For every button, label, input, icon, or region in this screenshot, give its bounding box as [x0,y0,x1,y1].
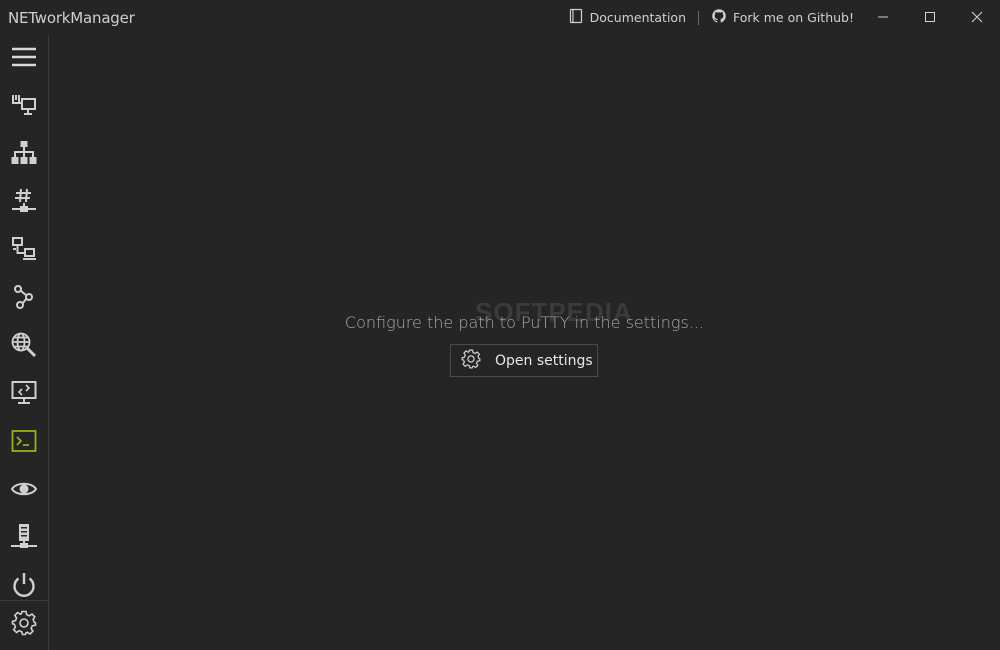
title-bar-separator [698,10,700,25]
remote-desktop-icon [11,380,37,410]
gear-icon [11,610,37,640]
sidebar-item-subnet-calculator[interactable] [0,183,48,223]
sidebar-item-settings[interactable] [0,605,48,645]
app-title: NETworkManager [8,9,135,27]
close-icon [971,8,983,27]
hierarchy-icon [11,140,37,170]
documentation-link[interactable]: Documentation [568,8,686,27]
hash-network-icon [11,188,37,218]
sidebar-item-port-scanner[interactable] [0,231,48,271]
close-button[interactable] [953,0,1000,35]
minimize-button[interactable] [859,0,906,35]
sidebar-item-ping-monitor[interactable] [0,471,48,511]
maximize-icon [924,8,936,27]
sidebar-item-server[interactable] [0,519,48,559]
sidebar-item-traceroute[interactable] [0,279,48,319]
power-icon [11,572,37,602]
server-network-icon [11,524,37,554]
lan-connect-icon [11,236,37,266]
book-icon [568,8,584,27]
sidebar-item-network-interface[interactable] [0,87,48,127]
eye-icon [10,476,38,506]
open-settings-button[interactable]: Open settings [450,344,598,377]
globe-search-icon [11,332,37,362]
github-label: Fork me on Github! [733,10,854,25]
route-icon [11,284,37,314]
gear-icon [461,349,481,373]
title-bar: NETworkManager Documentation Fork me on … [0,0,1000,35]
open-settings-label: Open settings [495,352,593,369]
minimize-icon [877,8,889,27]
terminal-icon [11,428,37,458]
window-controls [859,0,1000,35]
hamburger-icon [11,44,37,74]
sidebar-item-remote-desktop[interactable] [0,375,48,415]
sidebar-divider [0,600,48,601]
sidebar-item-ip-scanner[interactable] [0,135,48,175]
sidebar-item-wake-on-lan[interactable] [0,567,48,607]
github-link[interactable]: Fork me on Github! [711,8,854,27]
main-content: SOFTPEDIA Configure the path to PuTTY in… [49,35,1000,650]
sidebar-item-putty[interactable] [0,423,48,463]
documentation-label: Documentation [589,10,687,25]
github-icon [711,8,727,27]
putty-path-message: Configure the path to PuTTY in the setti… [344,313,705,332]
maximize-button[interactable] [906,0,953,35]
sidebar-item-dns-lookup[interactable] [0,327,48,367]
network-interface-icon [11,92,37,122]
sidebar [0,35,49,650]
sidebar-item-menu[interactable] [0,39,48,79]
title-bar-links: Documentation Fork me on Github! [568,0,854,35]
